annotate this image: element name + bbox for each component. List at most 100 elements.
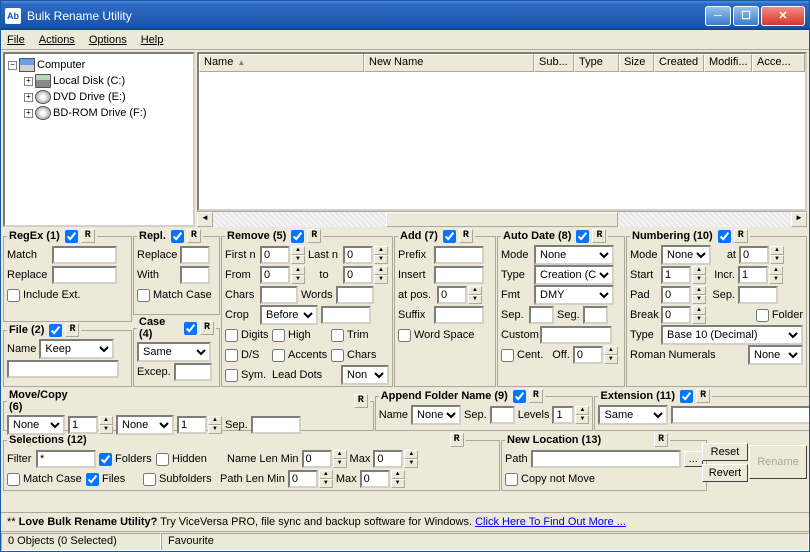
add-insert-input[interactable] (434, 266, 484, 284)
movecopy-n1[interactable] (68, 416, 98, 434)
minimize-button[interactable]: ─ (705, 6, 731, 26)
newlocation-reset-button[interactable]: R (654, 433, 668, 447)
autodate-off-input[interactable] (573, 346, 603, 364)
column-accessed[interactable]: Acce... (752, 54, 805, 72)
remove-chars-input[interactable] (260, 286, 298, 304)
movecopy-sel2[interactable]: None (116, 415, 174, 435)
remove-enable-checkbox[interactable] (291, 230, 304, 243)
numbering-reset-button[interactable]: R (734, 229, 748, 243)
menu-help[interactable]: Help (141, 34, 164, 46)
revert-button[interactable]: Revert (702, 464, 748, 482)
add-enable-checkbox[interactable] (443, 230, 456, 243)
tree-item-label[interactable]: DVD Drive (E:) (53, 91, 126, 103)
spin-down[interactable]: ▼ (291, 255, 305, 264)
remove-accents-checkbox[interactable] (272, 349, 285, 362)
selections-namelenmax-input[interactable] (373, 450, 403, 468)
folder-tree[interactable]: − Computer + Local Disk (C:) + DVD Drive… (3, 52, 195, 227)
regex-replace-input[interactable] (52, 266, 117, 284)
tree-collapse-icon[interactable]: − (8, 61, 17, 70)
scroll-thumb[interactable] (386, 212, 617, 227)
menu-file[interactable]: File (7, 34, 25, 46)
column-created[interactable]: Created (654, 54, 704, 72)
close-button[interactable]: ✕ (761, 6, 805, 26)
column-sub[interactable]: Sub... (534, 54, 574, 72)
numbering-at-input[interactable] (739, 246, 769, 264)
autodate-fmt-select[interactable]: DMY (534, 285, 614, 305)
horizontal-scrollbar[interactable]: ◄ ► (197, 211, 807, 227)
repl-reset-button[interactable]: R (187, 229, 201, 243)
appendfolder-levels-input[interactable] (552, 406, 574, 424)
regex-includeext-checkbox[interactable] (7, 289, 20, 302)
selections-pathlenmin-input[interactable] (288, 470, 318, 488)
autodate-reset-button[interactable]: R (592, 229, 606, 243)
appendfolder-reset-button[interactable]: R (529, 389, 543, 403)
column-name[interactable]: Name▲ (199, 54, 364, 72)
remove-from-input[interactable] (260, 266, 290, 284)
add-atpos-input[interactable] (437, 286, 467, 304)
tree-expand-icon[interactable]: + (24, 77, 33, 86)
remove-high-checkbox[interactable] (272, 329, 285, 342)
movecopy-sel1[interactable]: None (7, 415, 65, 435)
file-name-select[interactable]: Keep (39, 339, 114, 359)
extension-input[interactable] (671, 406, 809, 424)
autodate-sep-input[interactable] (529, 306, 554, 324)
add-reset-button[interactable]: R (459, 229, 473, 243)
numbering-enable-checkbox[interactable] (718, 230, 731, 243)
remove-lastn-input[interactable] (343, 246, 373, 264)
spin-up[interactable]: ▲ (291, 246, 305, 255)
remove-sym-checkbox[interactable] (225, 369, 238, 382)
tree-expand-icon[interactable]: + (24, 109, 33, 118)
numbering-pad-input[interactable] (661, 286, 691, 304)
repl-with-input[interactable] (180, 266, 210, 284)
extension-enable-checkbox[interactable] (680, 390, 693, 403)
autodate-cent-checkbox[interactable] (501, 349, 514, 362)
promo-link[interactable]: Click Here To Find Out More ... (475, 516, 626, 528)
selections-files-checkbox[interactable] (86, 473, 99, 486)
newlocation-path-input[interactable] (531, 450, 681, 468)
case-excep-input[interactable] (174, 363, 212, 381)
selections-pathlenmax-input[interactable] (360, 470, 390, 488)
regex-match-input[interactable] (52, 246, 117, 264)
add-prefix-input[interactable] (434, 246, 484, 264)
selections-subfolders-checkbox[interactable] (143, 473, 156, 486)
numbering-sep-input[interactable] (738, 286, 778, 304)
reset-button[interactable]: Reset (702, 443, 748, 461)
numbering-roman-select[interactable]: None (748, 345, 803, 365)
selections-hidden-checkbox[interactable] (156, 453, 169, 466)
extension-select[interactable]: Same (598, 405, 668, 425)
extension-reset-button[interactable]: R (696, 389, 710, 403)
remove-crop-select[interactable]: Before (260, 305, 318, 325)
column-type[interactable]: Type (574, 54, 619, 72)
autodate-custom-input[interactable] (540, 326, 612, 344)
newlocation-browse-button[interactable]: ... (684, 451, 703, 467)
regex-enable-checkbox[interactable] (65, 230, 78, 243)
selections-reset-button[interactable]: R (450, 433, 464, 447)
newlocation-copynotmove-checkbox[interactable] (505, 473, 518, 486)
remove-chars-checkbox[interactable] (331, 349, 344, 362)
add-wordspace-checkbox[interactable] (398, 329, 411, 342)
repl-enable-checkbox[interactable] (171, 230, 184, 243)
autodate-seg-input[interactable] (583, 306, 608, 324)
repl-matchcase-checkbox[interactable] (137, 289, 150, 302)
selections-filter-input[interactable] (36, 450, 96, 468)
numbering-folder-checkbox[interactable] (756, 309, 769, 322)
numbering-break-input[interactable] (661, 306, 691, 324)
numbering-mode-select[interactable]: None (661, 245, 711, 265)
selections-matchcase-checkbox[interactable] (7, 473, 20, 486)
remove-leaddots-select[interactable]: Non (341, 365, 389, 385)
case-reset-button[interactable]: R (200, 321, 214, 335)
rename-button[interactable]: Rename (749, 445, 807, 479)
file-enable-checkbox[interactable] (49, 324, 62, 337)
tree-expand-icon[interactable]: + (24, 93, 33, 102)
scroll-right-button[interactable]: ► (791, 212, 807, 227)
file-reset-button[interactable]: R (65, 323, 79, 337)
column-size[interactable]: Size (619, 54, 654, 72)
menu-actions[interactable]: Actions (39, 34, 75, 46)
autodate-enable-checkbox[interactable] (576, 230, 589, 243)
case-enable-checkbox[interactable] (184, 322, 197, 335)
menu-options[interactable]: Options (89, 34, 127, 46)
remove-trim-checkbox[interactable] (331, 329, 344, 342)
add-suffix-input[interactable] (434, 306, 484, 324)
remove-to-input[interactable] (343, 266, 373, 284)
appendfolder-name-select[interactable]: None (411, 405, 461, 425)
